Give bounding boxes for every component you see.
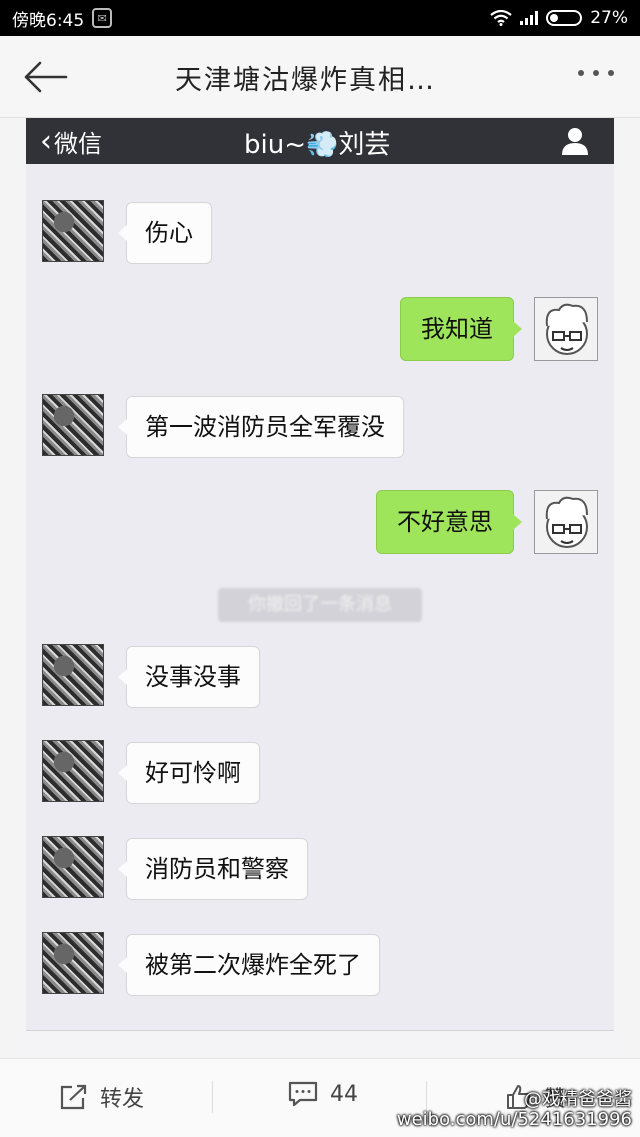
person-icon: [562, 128, 588, 155]
bottom-action-bar: 转发 44 赞 @戏精爸爸酱 weibo.com/u/5241631996: [0, 1058, 640, 1137]
message-bubble-left: 被第二次爆炸全死了: [118, 934, 380, 996]
status-bar: 傍晚6:45 ✉ 27%: [0, 0, 640, 36]
message-list: 伤心 我知道 第一波消防员全军覆没 不好意思 你撤回了一条消息 没事没事 好可怜…: [26, 164, 614, 1044]
divider: [212, 1081, 213, 1113]
wechat-input-bar: [26, 1030, 614, 1058]
repost-button[interactable]: 转发: [60, 1081, 144, 1113]
app-header: 天津塘沽爆炸真相…: [0, 36, 640, 118]
signal-icon: [520, 11, 539, 25]
self-avatar: [534, 490, 598, 554]
contact-avatar: [42, 836, 104, 898]
message-bubble-left: 消防员和警察: [118, 838, 308, 900]
notification-icon: ✉: [92, 8, 113, 28]
self-avatar: [534, 297, 598, 361]
message-bubble-right: 我知道: [400, 297, 522, 361]
cartoon-face-icon: [545, 303, 588, 355]
message-bubble-left: 伤心: [118, 202, 212, 264]
message-bubble-left: 第一波消防员全军覆没: [118, 396, 404, 458]
contact-avatar: [42, 932, 104, 994]
repost-label: 转发: [100, 1087, 145, 1112]
watermark-url: weibo.com/u/5241631996: [396, 1109, 632, 1130]
comment-icon: [288, 1081, 318, 1107]
contact-avatar: [42, 644, 104, 706]
repost-icon: [60, 1084, 87, 1110]
back-arrow-icon[interactable]: [22, 60, 68, 94]
wechat-back-label: 微信: [54, 130, 102, 158]
comment-count: 44: [330, 1081, 358, 1107]
recall-notice: 你撤回了一条消息: [218, 588, 422, 622]
embedded-chat-screenshot[interactable]: ‹ 微信 biu~💨刘芸 伤心 我知道 第一波消防员全军覆没 不好意思 你撤回了…: [26, 118, 614, 1058]
message-bubble-right: 不好意思: [376, 490, 522, 554]
page-title: 天津塘沽爆炸真相…: [175, 65, 436, 96]
battery-icon: [546, 10, 583, 26]
watermark-handle: @戏精爸爸酱: [524, 1089, 632, 1110]
cartoon-face-icon: [545, 496, 588, 548]
contact-avatar: [42, 394, 104, 456]
chevron-left-icon: ‹: [40, 123, 52, 159]
chat-title: biu~💨刘芸: [244, 130, 391, 160]
more-options-icon[interactable]: [578, 70, 614, 76]
wechat-back: ‹ 微信: [40, 124, 102, 159]
wifi-icon: [490, 10, 512, 26]
battery-percent: 27%: [590, 8, 628, 28]
message-bubble-left: 没事没事: [118, 646, 260, 708]
contact-avatar: [42, 740, 104, 802]
contact-avatar: [42, 200, 104, 262]
status-time: 傍晚6:45: [12, 10, 85, 31]
message-bubble-left: 好可怜啊: [118, 742, 260, 804]
wechat-header: ‹ 微信 biu~💨刘芸: [26, 118, 614, 164]
comment-button[interactable]: 44: [288, 1081, 358, 1107]
